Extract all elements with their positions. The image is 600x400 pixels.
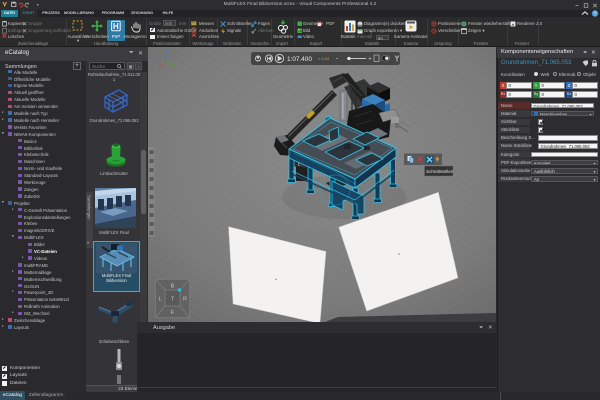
svg-text:1:07.400: 1:07.400 — [287, 56, 312, 63]
svg-text:R: R — [183, 297, 187, 303]
svg-text:Schnittstellen: Schnittstellen — [426, 169, 454, 174]
svg-text:× 0.04: × 0.04 — [318, 56, 330, 61]
svg-text:L: L — [158, 297, 161, 303]
svg-text:?: ? — [594, 11, 597, 17]
svg-text:B: B — [171, 284, 175, 290]
